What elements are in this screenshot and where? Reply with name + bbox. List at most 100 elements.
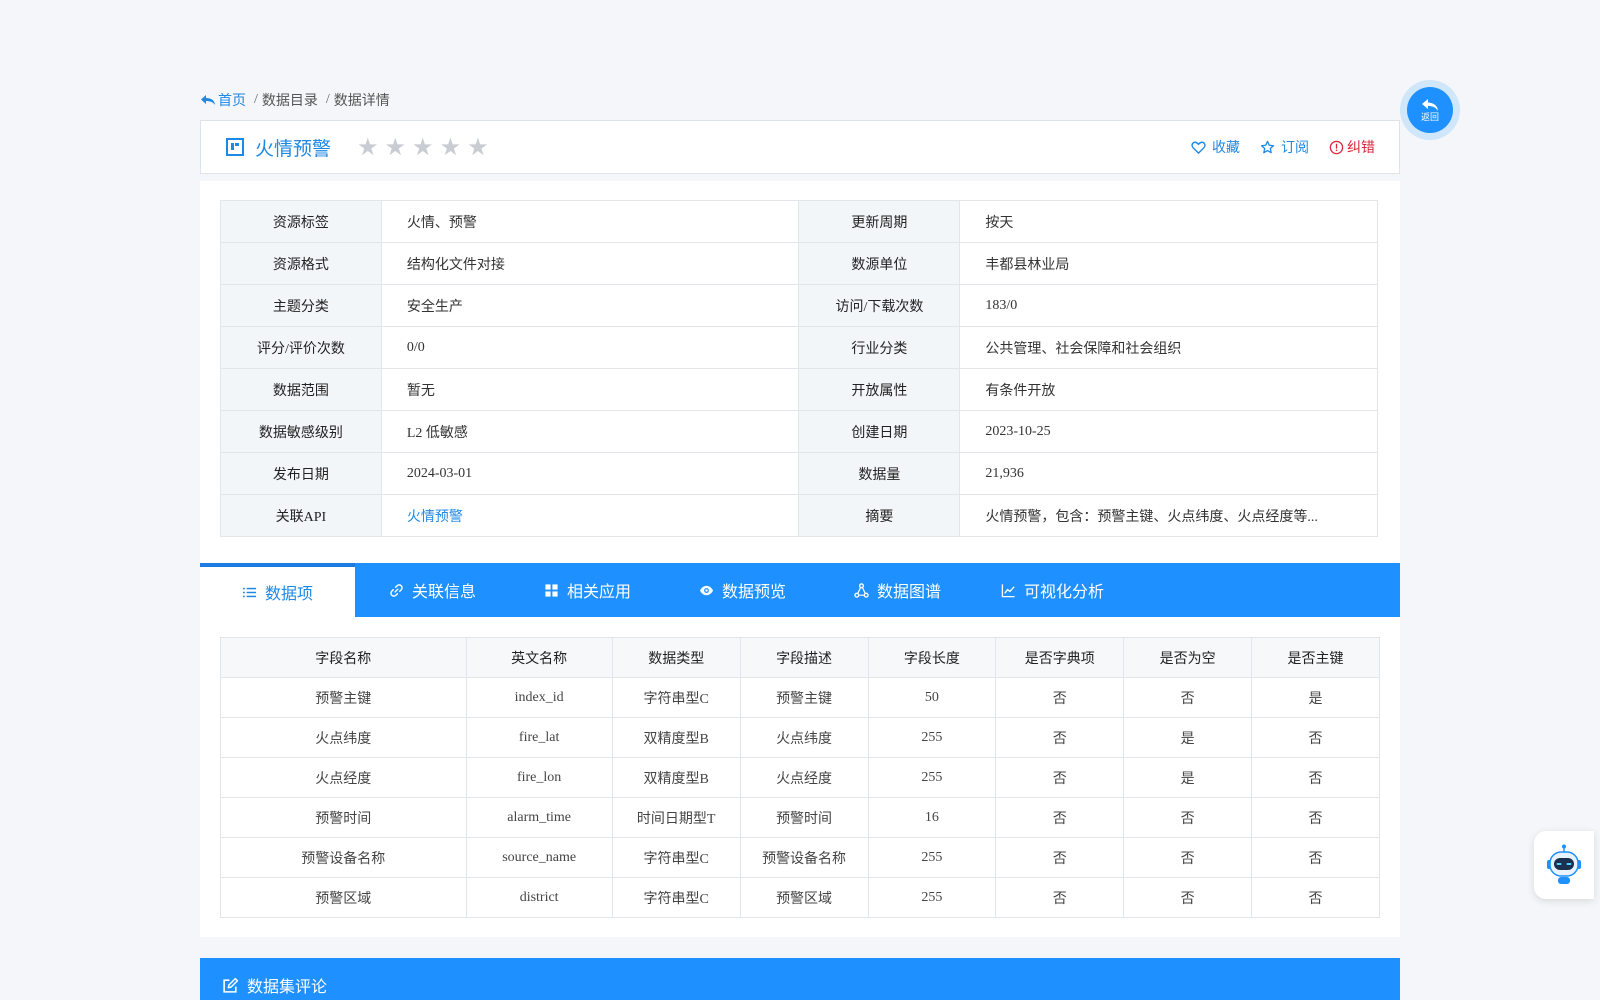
table-cell: 50 (867, 677, 997, 718)
info-label: 数据范围 (220, 368, 382, 411)
list-icon (242, 587, 257, 597)
subscribe-button[interactable]: 订阅 (1260, 137, 1309, 157)
ai-assistant-button[interactable] (1534, 831, 1594, 899)
tab-related-info[interactable]: 关联信息 (355, 563, 510, 617)
info-value: 21,936 (959, 452, 1378, 495)
info-value: 公共管理、社会保障和社会组织 (959, 326, 1378, 369)
reply-arrow-icon (1422, 98, 1438, 111)
table-cell: 字符串型C (611, 677, 741, 718)
column-header: 是否主键 (1251, 637, 1380, 678)
info-value: 2023-10-25 (959, 410, 1378, 453)
report-error-button[interactable]: 纠错 (1329, 137, 1375, 157)
table-cell: 字符串型C (611, 837, 741, 878)
table-cell: 否 (1251, 797, 1380, 838)
data-items-panel: 字段名称 英文名称 数据类型 字段描述 字段长度 是否字典项 是否为空 是否主键 预警主键 in… (200, 617, 1400, 937)
tab-visual-analysis[interactable]: 可视化分析 (975, 563, 1130, 617)
favorite-label: 收藏 (1212, 141, 1240, 156)
info-value: 结构化文件对接 (380, 242, 800, 285)
table-row: 预警区域 district 字符串型C 预警区域 255 否否否 (220, 877, 1380, 918)
tab-label: 数据项 (264, 586, 313, 603)
breadcrumb-item-detail: 数据详情 (333, 94, 390, 109)
heart-icon (1191, 141, 1206, 154)
data-items-table: 字段名称 英文名称 数据类型 字段描述 字段长度 是否字典项 是否为空 是否主键 预警主键 in… (220, 637, 1380, 918)
link-icon (390, 583, 403, 597)
star-icon[interactable]: ★ (467, 135, 489, 159)
info-row: 发布日期 2024-03-01 数据量 21,936 (220, 452, 1378, 495)
table-cell: 预警设备名称 (739, 837, 869, 878)
comment-section-title: 数据集评论 (247, 979, 328, 996)
column-header: 是否为空 (1123, 637, 1253, 678)
comment-section-header: 数据集评论 (200, 958, 1400, 1000)
detail-tabs: 数据项 关联信息 相关应用 数据预览 数据图谱 可视化分析 (200, 563, 1400, 617)
tab-data-preview[interactable]: 数据预览 (665, 563, 820, 617)
back-button[interactable]: 返回 (1400, 80, 1460, 140)
rating-stars[interactable]: ★ ★ ★ ★ ★ (357, 135, 495, 159)
star-icon[interactable]: ★ (385, 135, 407, 159)
table-row: 火点经度 fire_lon 双精度型B 火点经度 255 否是否 (220, 757, 1380, 798)
table-cell: index_id (465, 677, 613, 718)
table-cell: 火点经度 (739, 757, 869, 798)
info-label: 资源标签 (220, 200, 382, 243)
info-value: 有条件开放 (959, 368, 1378, 411)
related-api-link[interactable]: 火情预警 (380, 494, 800, 537)
info-label: 资源格式 (220, 242, 382, 285)
table-cell: 是 (1251, 677, 1380, 718)
breadcrumb-home[interactable]: 首页 (200, 90, 246, 110)
info-row: 数据敏感级别 L2 低敏感 创建日期 2023-10-25 (220, 410, 1378, 453)
breadcrumb: 首页 / 数据目录 / 数据详情 (200, 89, 390, 111)
table-cell: 预警区域 (739, 877, 869, 918)
info-label: 开放属性 (798, 368, 961, 411)
column-header: 数据类型 (611, 637, 741, 678)
tab-data-items[interactable]: 数据项 (200, 563, 355, 617)
table-cell: 否 (1251, 837, 1380, 878)
info-row: 资源格式 结构化文件对接 数源单位 丰都县林业局 (220, 242, 1378, 285)
star-icon[interactable]: ★ (412, 135, 434, 159)
info-label: 主题分类 (220, 284, 382, 327)
info-value: 火情、预警 (380, 200, 800, 243)
table-cell: 255 (867, 757, 997, 798)
info-row: 数据范围 暂无 开放属性 有条件开放 (220, 368, 1378, 411)
dataset-info-panel: 资源标签 火情、预警 更新周期 按天 资源格式 结构化文件对接 数源单位 丰都县林业局 主题分类… (200, 181, 1400, 563)
table-cell: 预警时间 (739, 797, 869, 838)
info-label: 数据量 (798, 452, 961, 495)
table-cell: 255 (867, 837, 997, 878)
breadcrumb-home-label: 首页 (218, 94, 246, 109)
tab-data-graph[interactable]: 数据图谱 (820, 563, 975, 617)
table-cell: 时间日期型T (611, 797, 741, 838)
eye-icon (699, 585, 714, 595)
favorite-button[interactable]: 收藏 (1191, 137, 1240, 157)
table-header-row: 字段名称 英文名称 数据类型 字段描述 字段长度 是否字典项 是否为空 是否主键 (220, 637, 1380, 678)
column-header: 字段描述 (739, 637, 869, 678)
tab-label: 数据预览 (721, 584, 786, 601)
info-value: L2 低敏感 (380, 410, 800, 453)
table-cell: source_name (465, 837, 613, 878)
info-value: 按天 (959, 200, 1378, 243)
info-value: 安全生产 (380, 284, 800, 327)
graph-nodes-icon (854, 582, 869, 598)
tab-related-apps[interactable]: 相关应用 (510, 563, 665, 617)
table-cell: fire_lon (465, 757, 613, 798)
robot-icon (1547, 844, 1581, 884)
breadcrumb-item-catalog[interactable]: 数据目录 (262, 90, 318, 110)
info-value: 0/0 (380, 326, 800, 369)
table-cell: 双精度型B (611, 757, 741, 798)
title-actions: 收藏 订阅 纠错 (1171, 137, 1399, 157)
reply-arrow-icon (201, 95, 215, 105)
info-row: 资源标签 火情、预警 更新周期 按天 (220, 200, 1378, 243)
table-cell: 预警时间 (220, 797, 467, 838)
tab-label: 关联信息 (411, 584, 476, 601)
star-icon[interactable]: ★ (357, 135, 379, 159)
table-cell: 否 (1123, 877, 1253, 918)
info-label: 访问/下载次数 (798, 284, 961, 327)
table-cell: 16 (867, 797, 997, 838)
page-title: 火情预警 (255, 138, 332, 160)
info-row: 评分/评价次数 0/0 行业分类 公共管理、社会保障和社会组织 (220, 326, 1378, 369)
star-icon[interactable]: ★ (440, 135, 462, 159)
info-label: 数源单位 (798, 242, 961, 285)
table-cell: 预警主键 (739, 677, 869, 718)
table-cell: district (465, 877, 613, 918)
info-label: 创建日期 (798, 410, 961, 453)
table-cell: 否 (995, 837, 1125, 878)
table-row: 预警时间 alarm_time 时间日期型T 预警时间 16 否否否 (220, 797, 1380, 838)
table-cell: 火点纬度 (220, 717, 467, 758)
